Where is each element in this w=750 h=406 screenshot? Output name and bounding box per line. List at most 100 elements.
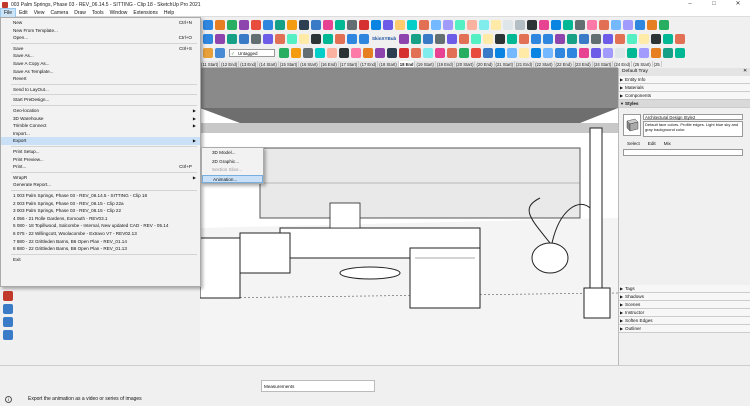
scene-tab[interactable]: (16 Start) (299, 61, 320, 67)
x-ray-icon[interactable] (563, 19, 573, 30)
scene-tab[interactable]: 18 End (398, 61, 416, 67)
scene-tab[interactable]: (22 End) (555, 61, 574, 67)
scene-tab[interactable]: (25 (653, 61, 662, 67)
push-pull-icon[interactable] (287, 19, 297, 30)
toolbar3-tool-icon[interactable] (351, 48, 361, 58)
look-around-icon[interactable] (539, 19, 549, 30)
zoom-icon[interactable] (467, 19, 477, 30)
toolbar3-tool-icon[interactable] (603, 48, 613, 58)
toolbar2-tool-icon[interactable] (495, 33, 506, 44)
file-menu-item[interactable]: Revert (1, 75, 200, 83)
export-submenu-item[interactable]: 2D Graphic... (202, 158, 263, 166)
toolbar2-tool-icon[interactable] (275, 33, 285, 44)
toolbar2-tool-icon[interactable] (399, 33, 410, 44)
toolbar2-tool-icon[interactable] (675, 33, 686, 44)
toolbar2-tool-icon[interactable] (543, 33, 554, 44)
orbit-icon[interactable] (443, 19, 453, 30)
scene-tab[interactable]: (17 End) (359, 61, 379, 67)
tray-section-outliner[interactable]: ▶ Outliner (619, 325, 750, 333)
tab-mix[interactable]: Mix (660, 140, 675, 147)
file-menu-item[interactable]: Generate Report... (1, 181, 200, 189)
toolbar2-tool-icon[interactable] (639, 33, 650, 44)
menu-tools[interactable]: Tools (89, 9, 107, 17)
toolbar2-tool-icon[interactable] (287, 33, 297, 44)
scene-tab[interactable]: (21 End) (515, 61, 535, 67)
file-menu-item[interactable]: Export ▶ (1, 137, 200, 146)
scene-tab[interactable]: (23 End) (574, 61, 593, 67)
scene-tab[interactable]: (21 Start) (495, 61, 516, 67)
paint-bucket-icon[interactable] (3, 291, 13, 301)
toolbar2-tool-icon[interactable] (603, 33, 614, 44)
toolbar2-tool-icon[interactable] (627, 33, 638, 44)
toolbar3-tool-icon[interactable] (339, 48, 349, 58)
toolbar3-tool-icon[interactable] (435, 48, 445, 58)
zoom-extents-icon[interactable] (479, 19, 489, 30)
section-icon[interactable] (551, 19, 561, 30)
file-menu-item[interactable]: Send to LayOut... (1, 86, 200, 94)
scale-icon[interactable] (323, 19, 333, 30)
scene-tab[interactable]: (22 Start) (534, 61, 555, 67)
tray-section-materials[interactable]: ▶ Materials (619, 84, 750, 92)
walk-icon[interactable] (527, 19, 537, 30)
toolbar3-tool-icon[interactable] (579, 48, 589, 58)
toolbar2-tool-icon[interactable] (615, 33, 626, 44)
toolbar2-tool-icon[interactable] (591, 33, 602, 44)
axes-icon[interactable] (383, 19, 393, 30)
offset-icon[interactable] (335, 19, 345, 30)
tray-section-components[interactable]: ▶ Components (619, 92, 750, 100)
pencil-icon[interactable] (227, 19, 237, 30)
tape-icon[interactable] (359, 19, 369, 30)
maximize-button[interactable]: □ (702, 0, 726, 9)
tags-icon[interactable] (203, 48, 213, 58)
menu-window[interactable]: Window (107, 9, 131, 17)
scene-tab[interactable]: (18 Start) (378, 61, 399, 67)
close-button[interactable]: ✕ (726, 0, 750, 9)
pan-icon[interactable] (455, 19, 465, 30)
minimize-button[interactable]: – (678, 0, 702, 9)
toolbar3-tool-icon[interactable] (627, 48, 637, 58)
hidden-line-icon[interactable] (587, 19, 597, 30)
toolbar2-tool-icon[interactable] (579, 33, 590, 44)
menu-extensions[interactable]: Extensions (130, 9, 160, 17)
position-camera-icon[interactable] (515, 19, 525, 30)
rotate-icon[interactable] (311, 19, 321, 30)
toolbar2-tool-icon[interactable] (263, 33, 273, 44)
scene-tab[interactable]: (15 Start) (279, 61, 300, 67)
toolbar3-tool-icon[interactable] (459, 48, 469, 58)
tray-section-instructor[interactable]: ▶ Instructor (619, 309, 750, 317)
toolbar2-tool-icon[interactable] (447, 33, 458, 44)
toolbar2-tool-icon[interactable] (555, 33, 566, 44)
text-icon[interactable] (407, 19, 417, 30)
toolbar3-tool-icon[interactable] (675, 48, 685, 58)
tray-section-tags[interactable]: ▶ Tags (619, 285, 750, 293)
scene-tab[interactable]: (16 End) (320, 61, 339, 67)
scene-tab[interactable]: (19 Start) (415, 61, 436, 67)
toolbar2-tool-icon[interactable] (411, 33, 422, 44)
model-viewport[interactable] (200, 68, 618, 365)
toolbar3-tool-icon[interactable] (639, 48, 649, 58)
toolbar3-tool-icon[interactable] (615, 48, 625, 58)
tab-select[interactable]: Select (623, 140, 644, 147)
shaded-icon[interactable] (599, 19, 609, 30)
protractor-icon[interactable] (371, 19, 381, 30)
toolbar3-tool-icon[interactable] (663, 48, 673, 58)
tray-section-shadows[interactable]: ▶ Shadows (619, 293, 750, 301)
toolbar3-tool-icon[interactable] (387, 48, 397, 58)
scene-tab[interactable]: (12 End) (220, 61, 240, 67)
export-submenu-item[interactable]: Animation... (202, 174, 263, 183)
file-menu-item[interactable]: Print... Ctrl+P (1, 163, 200, 171)
toolbar3-tool-icon[interactable] (531, 48, 541, 58)
menu-view[interactable]: View (31, 9, 48, 17)
previous-icon[interactable] (491, 19, 501, 30)
file-menu-item[interactable]: 8 880 - 22 Grittleden Barns, B6 Open Pla… (1, 245, 200, 253)
toolbar3-tool-icon[interactable] (315, 48, 325, 58)
toolbar2-tool-icon[interactable] (519, 33, 530, 44)
back-edges-icon[interactable] (635, 19, 645, 30)
toolbar3-tool-icon[interactable] (567, 48, 577, 58)
toolbar2-tool-icon[interactable] (567, 33, 578, 44)
tag-tool-icon[interactable] (215, 48, 225, 58)
toolbar2-tool-icon[interactable] (663, 33, 674, 44)
toolbar3-tool-icon[interactable] (471, 48, 481, 58)
scene-tab[interactable]: (13 End) (239, 61, 259, 67)
toolbar3-tool-icon[interactable] (555, 48, 565, 58)
